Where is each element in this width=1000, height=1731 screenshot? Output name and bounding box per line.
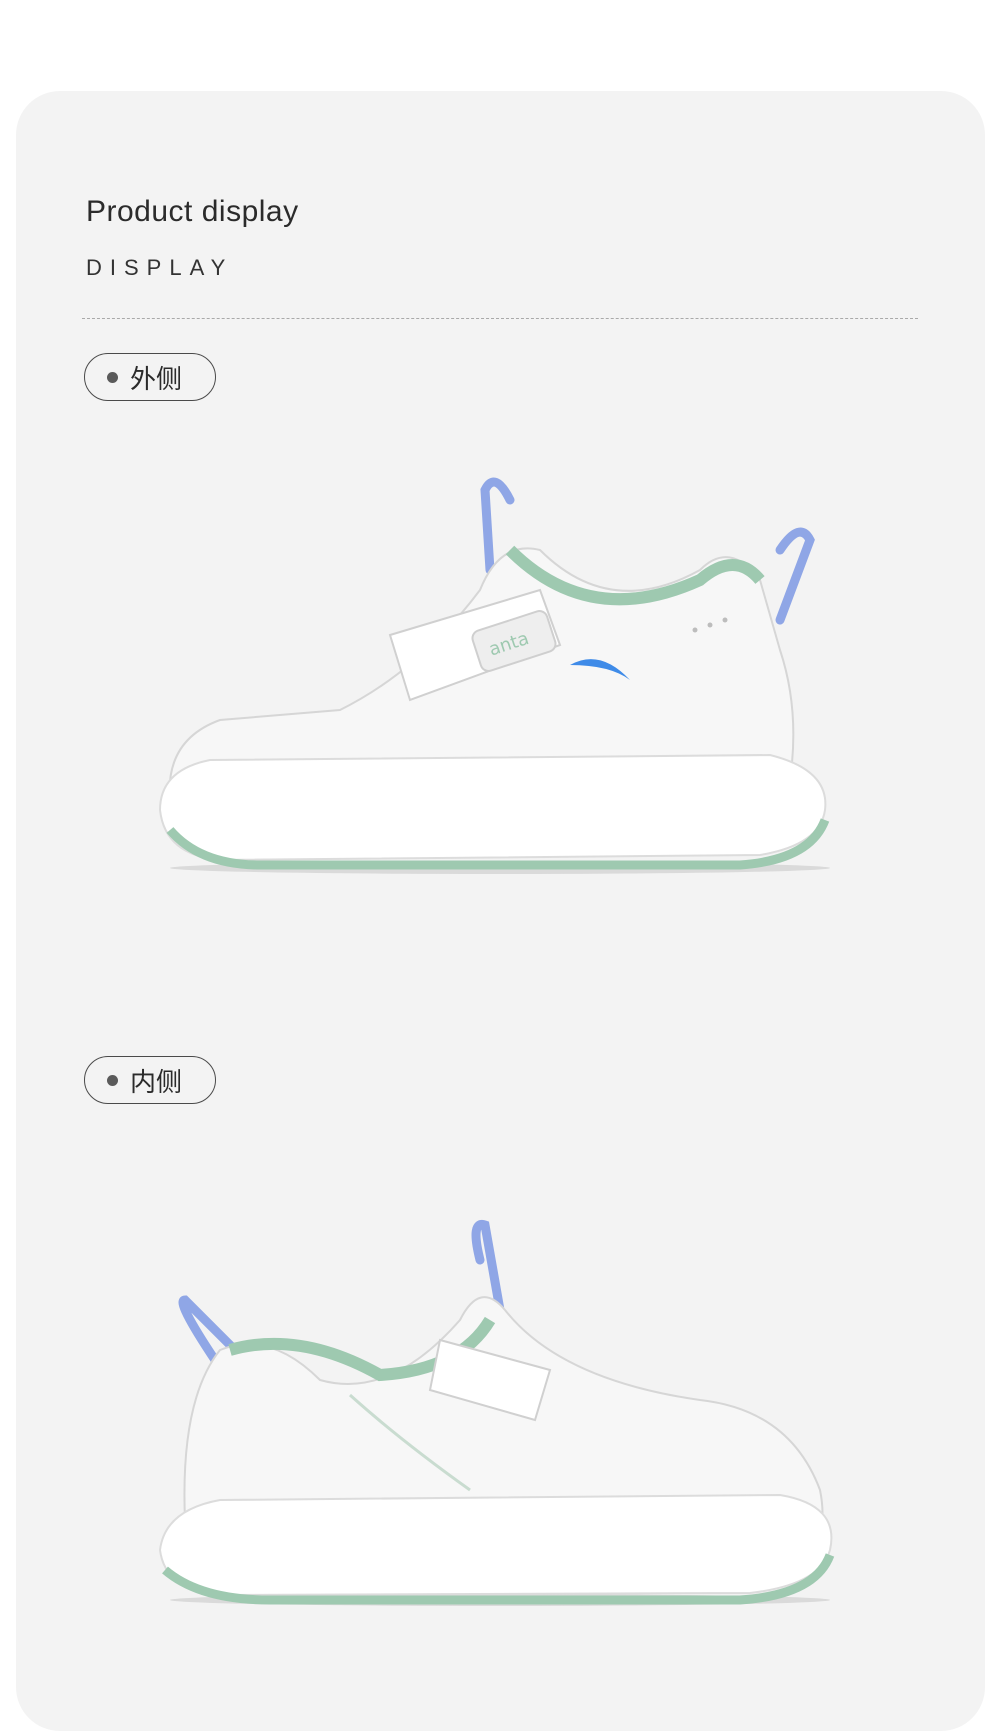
- view-tag-inner: 内侧: [84, 1056, 216, 1104]
- shoe-inner-image: [158, 1220, 835, 1606]
- view-tag-label: 外侧: [130, 364, 183, 395]
- section-subtitle: DISPLAY: [86, 255, 234, 280]
- bullet-dot-icon: [107, 1074, 118, 1086]
- view-tag-label: 内侧: [130, 1067, 183, 1098]
- dashed-divider: [82, 318, 918, 319]
- shoe-outer-image: anta: [158, 477, 830, 874]
- view-tag-outer: 外侧: [84, 353, 216, 401]
- section-title: Product display: [86, 195, 299, 228]
- bullet-dot-icon: [107, 371, 118, 383]
